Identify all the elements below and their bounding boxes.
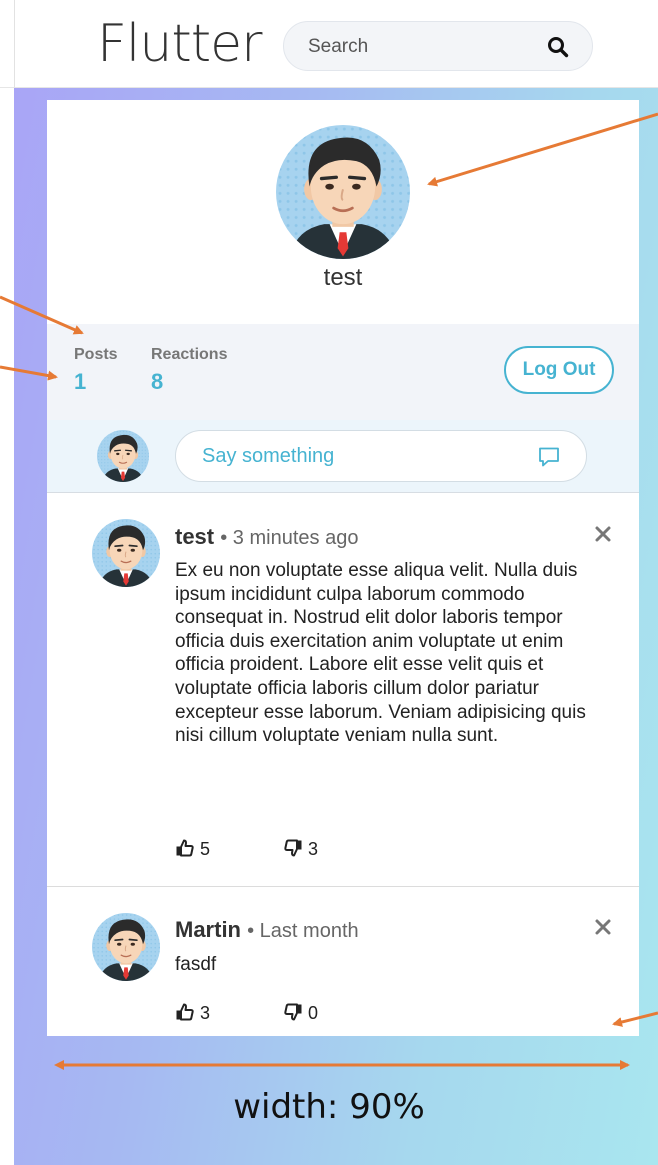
profile-name: test (323, 264, 363, 291)
composer-placeholder: Say something (202, 445, 335, 467)
posts-count: 1 (74, 369, 87, 394)
thumbs-up-icon (175, 838, 195, 858)
stats-bar: Posts 1 Reactions 8 Log Out (47, 324, 639, 420)
composer-avatar (97, 430, 149, 482)
like-button[interactable]: 5 (175, 838, 210, 860)
post-item: test • 3 minutes ago Ex eu non voluptate… (47, 494, 639, 886)
logout-button[interactable]: Log Out (504, 346, 614, 394)
reactions-count: 8 (151, 369, 164, 394)
post-time: • Last month (247, 920, 359, 942)
profile-card: test Posts 1 Reactions 8 Log Out Say som… (47, 100, 639, 1036)
search-icon[interactable] (546, 35, 570, 59)
dislike-count: 0 (308, 1003, 319, 1023)
comment-icon[interactable] (538, 446, 560, 468)
delete-post-icon[interactable] (594, 918, 612, 936)
delete-post-icon[interactable] (594, 525, 612, 543)
say-something-input[interactable]: Say something (175, 430, 587, 482)
thumbs-down-icon (283, 838, 303, 858)
post-author[interactable]: Martin • Last month (175, 917, 359, 943)
left-rule (14, 0, 15, 88)
post-composer: Say something (47, 420, 639, 493)
post-author[interactable]: test • 3 minutes ago (175, 524, 358, 550)
width-annotation: width: 90% (233, 1087, 425, 1127)
search-bar[interactable] (283, 21, 593, 71)
like-count: 3 (200, 1003, 211, 1023)
posts-label: Posts (74, 346, 118, 363)
post-author-avatar[interactable] (92, 519, 160, 587)
app-logo[interactable]: Flutter (97, 12, 262, 76)
post-author-avatar[interactable] (92, 913, 160, 981)
post-body: fasdf (175, 954, 217, 975)
post-body: Ex eu non voluptate esse aliqua velit. N… (175, 560, 586, 747)
post-time: • 3 minutes ago (220, 527, 359, 549)
top-header: Flutter (0, 0, 658, 88)
post-author-name[interactable]: Martin (175, 917, 241, 942)
dislike-button[interactable]: 3 (283, 838, 318, 860)
post-item: Martin • Last month fasdf 3 0 (47, 887, 639, 1036)
profile-avatar[interactable] (276, 125, 410, 259)
thumbs-down-icon (283, 1002, 303, 1022)
reactions-label: Reactions (151, 346, 228, 363)
like-count: 5 (200, 839, 211, 859)
thumbs-up-icon (175, 1002, 195, 1022)
search-input[interactable] (308, 34, 528, 60)
dislike-button[interactable]: 0 (283, 1002, 318, 1024)
dislike-count: 3 (308, 839, 319, 859)
post-author-name[interactable]: test (175, 524, 214, 549)
like-button[interactable]: 3 (175, 1002, 210, 1024)
